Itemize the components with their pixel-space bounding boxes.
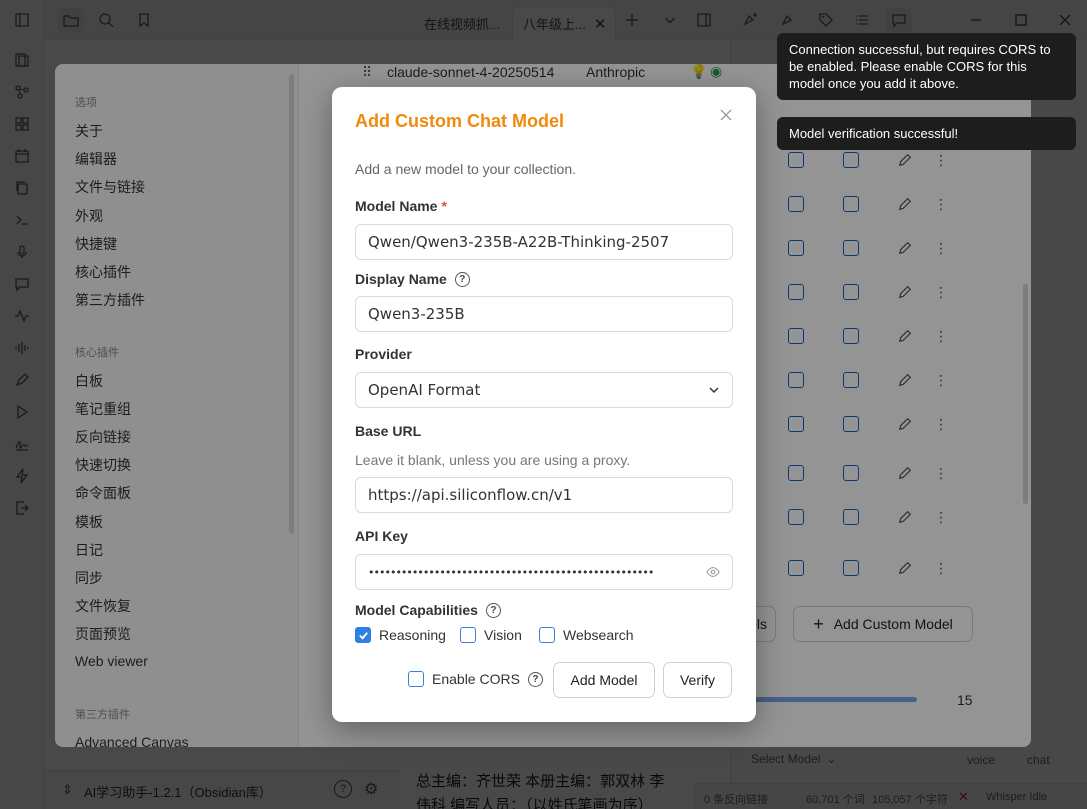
checkbox-label: Websearch: [563, 627, 634, 643]
cors-notice-toast: Connection successful, but requires CORS…: [777, 33, 1076, 100]
reasoning-checkbox[interactable]: Reasoning: [355, 627, 446, 643]
toast-message: Model verification successful!: [789, 126, 959, 141]
label-text: Display Name: [355, 271, 447, 287]
provider-label: Provider: [355, 346, 412, 362]
chevron-down-icon: [708, 384, 720, 396]
button-label: Verify: [679, 672, 715, 688]
label-text: Provider: [355, 346, 412, 362]
obsidian-window: 在线视频抓... 八年级上...✕ 总主编：齐世荣 本册主编：郭双林 李 伟科 …: [0, 0, 1087, 809]
button-label: Add Model: [570, 672, 638, 688]
enable-cors-checkbox[interactable]: Enable CORS?: [408, 671, 543, 687]
required-asterisk: *: [441, 198, 447, 214]
checkbox-unchecked: [460, 627, 476, 643]
checkbox-label: Enable CORS: [432, 671, 520, 687]
input-value: Qwen3-235B: [368, 305, 465, 323]
display-name-input[interactable]: Qwen3-235B: [355, 296, 733, 332]
add-model-button[interactable]: Add Model: [553, 662, 655, 698]
dialog-title: Add Custom Chat Model: [355, 111, 564, 131]
base-url-hint: Leave it blank, unless you are using a p…: [355, 452, 631, 468]
close-icon[interactable]: [718, 107, 734, 123]
checkbox-unchecked: [408, 671, 424, 687]
help-icon[interactable]: ?: [485, 602, 501, 618]
verify-button[interactable]: Verify: [663, 662, 732, 698]
base-url-label: Base URL: [355, 423, 421, 439]
toast-message: Connection successful, but requires CORS…: [789, 42, 1051, 91]
label-text: Model Capabilities: [355, 602, 478, 618]
websearch-checkbox[interactable]: Websearch: [539, 627, 634, 643]
display-name-label: Display Name?: [355, 271, 470, 287]
add-custom-model-dialog: Add Custom Chat Model Add a new model to…: [332, 87, 756, 722]
dialog-description: Add a new model to your collection.: [355, 161, 577, 177]
model-name-input[interactable]: Qwen/Qwen3-235B-A22B-Thinking-2507: [355, 224, 733, 260]
verification-success-toast: Model verification successful!: [777, 117, 1076, 150]
api-key-label: API Key: [355, 528, 408, 544]
select-value: OpenAI Format: [368, 381, 481, 399]
input-value: ••••••••••••••••••••••••••••••••••••••••…: [368, 565, 654, 579]
input-value: Qwen/Qwen3-235B-A22B-Thinking-2507: [368, 233, 670, 251]
help-icon[interactable]: ?: [527, 671, 543, 687]
model-name-label: Model Name *: [355, 198, 447, 214]
checkbox-label: Vision: [484, 627, 522, 643]
checkbox-checked: [355, 627, 371, 643]
label-text: Base URL: [355, 423, 422, 439]
checkbox-unchecked: [539, 627, 555, 643]
input-value: https://api.siliconflow.cn/v1: [368, 486, 573, 504]
provider-select[interactable]: OpenAI Format: [355, 372, 733, 408]
vision-checkbox[interactable]: Vision: [460, 627, 522, 643]
eye-icon[interactable]: [706, 565, 720, 579]
help-icon[interactable]: ?: [454, 271, 470, 287]
capabilities-label: Model Capabilities?: [355, 602, 501, 618]
checkbox-label: Reasoning: [379, 627, 446, 643]
base-url-input[interactable]: https://api.siliconflow.cn/v1: [355, 477, 733, 513]
label-text: Model Name: [355, 198, 438, 214]
label-text: API Key: [355, 528, 408, 544]
api-key-input[interactable]: ••••••••••••••••••••••••••••••••••••••••…: [355, 554, 733, 590]
